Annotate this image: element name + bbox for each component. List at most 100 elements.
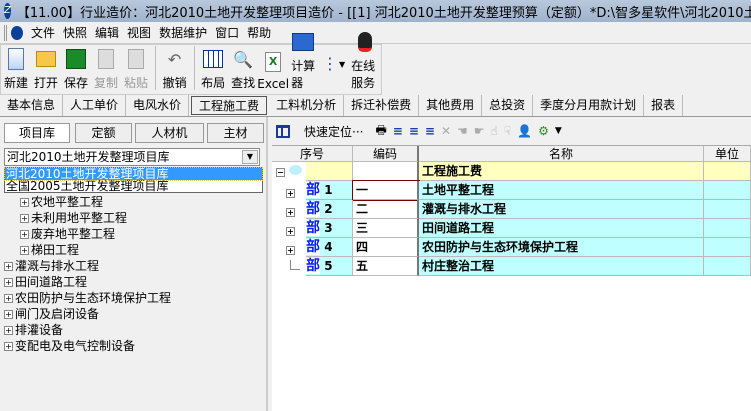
expand-icon[interactable]: + — [286, 245, 295, 255]
code-cell[interactable]: 五 — [353, 257, 419, 276]
name-cell[interactable]: 灌溉与排水工程 — [419, 200, 704, 219]
excel-button[interactable]: X Excel — [257, 50, 289, 91]
project-library-button[interactable]: 项目库 — [4, 123, 70, 143]
menu-edit[interactable]: 编辑 — [91, 24, 123, 41]
table-row[interactable]: + 部 1 一土地平整工程 — [272, 180, 751, 201]
paste-button[interactable]: 粘贴 — [124, 47, 148, 91]
table-row[interactable]: + 部 2 二灌溉与排水工程 — [272, 200, 751, 219]
print-icon[interactable]: 🖶 — [375, 121, 386, 142]
unit-cell[interactable] — [704, 257, 751, 276]
move-left-icon[interactable]: ☚ — [457, 124, 468, 138]
calculator-button[interactable]: 计算器 — [291, 30, 315, 91]
quick-locate-button[interactable]: 快速定位··· — [304, 123, 363, 140]
expand-icon[interactable]: + — [4, 277, 13, 287]
open-button[interactable]: 打开 — [34, 47, 58, 91]
move-down-icon[interactable]: ☟ — [504, 124, 511, 138]
name-cell[interactable]: 田间道路工程 — [419, 219, 704, 238]
column-header-code[interactable]: 编码 — [353, 146, 419, 162]
expand-icon[interactable]: + — [4, 293, 13, 303]
expand-icon[interactable]: + — [4, 261, 13, 271]
quota-button[interactable]: 定额 — [75, 123, 132, 143]
column-header-seq[interactable]: 序号 — [272, 146, 353, 162]
indent-right-icon[interactable]: ≡ — [409, 124, 419, 138]
table-row[interactable]: + 部 4 四农田防护与生态环境保护工程 — [272, 238, 751, 257]
menu-help[interactable]: 帮助 — [243, 24, 275, 41]
tree-item[interactable]: + 梯田工程 — [20, 242, 79, 258]
library-select[interactable]: 河北2010土地开发整理项目库 ▼ — [4, 148, 260, 166]
dropdown-arrow-icon[interactable]: ▼ — [555, 126, 562, 136]
tab-power-water-price[interactable]: 电风水价 — [126, 95, 190, 116]
user-icon[interactable]: 👤 — [517, 124, 532, 138]
copy-button[interactable]: 复制 — [94, 47, 118, 91]
tree-item[interactable]: + 闸门及启闭设备 — [4, 306, 99, 322]
menu-view[interactable]: 视图 — [123, 24, 155, 41]
undo-button[interactable]: ↶ 撤销 — [163, 47, 187, 91]
indent-left-icon[interactable]: ≡ — [393, 124, 403, 138]
collapse-icon[interactable]: − — [276, 168, 285, 177]
tree-item[interactable]: + 农地平整工程 — [20, 194, 103, 210]
labor-material-machine-button[interactable]: 人材机 — [135, 123, 204, 143]
find-button[interactable]: 🔍 查找 — [231, 47, 255, 91]
expand-icon[interactable]: + — [20, 197, 29, 207]
tab-labor-price[interactable]: 人工单价 — [63, 95, 127, 116]
expand-icon[interactable]: + — [286, 207, 295, 217]
tree-structure-dropdown[interactable]: ⋮ ▼ — [321, 51, 345, 78]
save-button[interactable]: 保存 — [64, 47, 88, 91]
unit-cell[interactable] — [704, 219, 751, 238]
column-header-name[interactable]: 名称 — [419, 146, 704, 162]
unit-cell[interactable] — [704, 181, 751, 200]
unit-cell[interactable] — [704, 200, 751, 219]
name-cell[interactable]: 土地平整工程 — [419, 181, 704, 200]
move-right-icon[interactable]: ☛ — [474, 124, 485, 138]
settings-book-icon[interactable]: ⚙ — [538, 124, 549, 138]
menu-data-maintenance[interactable]: 数据维护 — [155, 24, 211, 41]
tab-construction-cost[interactable]: 工程施工费 — [191, 96, 268, 115]
outdent-icon[interactable]: ≡ — [425, 124, 435, 138]
name-cell[interactable]: 村庄整治工程 — [419, 257, 704, 276]
tree-item[interactable]: + 灌溉与排水工程 — [4, 258, 99, 274]
new-button[interactable]: 新建 — [4, 47, 28, 91]
tab-quarterly-plan[interactable]: 季度分月用款计划 — [533, 95, 645, 116]
tab-other-costs[interactable]: 其他费用 — [419, 95, 483, 116]
expand-icon[interactable]: + — [4, 325, 13, 335]
column-header-unit[interactable]: 单位 — [704, 146, 751, 162]
expand-icon[interactable]: + — [20, 213, 29, 223]
columns-icon[interactable] — [276, 124, 290, 138]
table-row-root[interactable]: − 工程施工费 — [272, 162, 751, 181]
tree-item[interactable]: + 废弃地平整工程 — [20, 226, 115, 242]
code-cell[interactable]: 一 — [352, 180, 420, 201]
tab-total-investment[interactable]: 总投资 — [482, 95, 534, 116]
tree-item[interactable]: + 变配电及电气控制设备 — [4, 338, 135, 354]
menu-snapshot[interactable]: 快照 — [59, 24, 91, 41]
expand-icon[interactable]: + — [4, 341, 13, 351]
layout-button[interactable]: 布局 — [201, 47, 225, 91]
dropdown-option[interactable]: 全国2005土地开发整理项目库 — [5, 180, 262, 192]
main-material-button[interactable]: 主材 — [207, 123, 264, 143]
expand-icon[interactable]: + — [20, 245, 29, 255]
tab-reports[interactable]: 报表 — [644, 95, 684, 116]
unit-cell[interactable] — [704, 238, 751, 257]
expand-icon[interactable]: + — [4, 309, 13, 319]
expand-icon[interactable]: + — [286, 226, 295, 236]
tree-item[interactable]: + 排灌设备 — [4, 322, 63, 338]
menu-file[interactable]: 文件 — [27, 24, 59, 41]
tab-material-analysis[interactable]: 工料机分析 — [269, 95, 345, 116]
name-cell[interactable]: 农田防护与生态环境保护工程 — [419, 238, 704, 257]
table-row[interactable]: + 部 3 三田间道路工程 — [272, 219, 751, 238]
dropdown-option[interactable]: 河北2010土地开发整理项目库 — [4, 167, 263, 181]
online-service-button[interactable]: 在线服务 — [351, 30, 378, 91]
move-up-icon[interactable]: ☝ — [491, 124, 498, 138]
chevron-down-icon[interactable]: ▼ — [242, 150, 258, 164]
tab-demolition-compensation[interactable]: 拆迁补偿费 — [344, 95, 420, 116]
tab-basic-info[interactable]: 基本信息 — [0, 95, 64, 116]
code-cell[interactable]: 二 — [353, 200, 419, 219]
menu-window[interactable]: 窗口 — [211, 24, 243, 41]
expand-icon[interactable]: + — [20, 229, 29, 239]
table-row[interactable]: 部 5 五村庄整治工程 — [272, 257, 751, 276]
code-cell[interactable]: 四 — [353, 238, 419, 257]
menu-grip[interactable] — [4, 24, 7, 41]
delete-icon[interactable]: ✕ — [441, 124, 451, 138]
tree-item[interactable]: + 田间道路工程 — [4, 274, 87, 290]
tree-item[interactable]: + 未利用地平整工程 — [20, 210, 127, 226]
code-cell[interactable]: 三 — [353, 219, 419, 238]
